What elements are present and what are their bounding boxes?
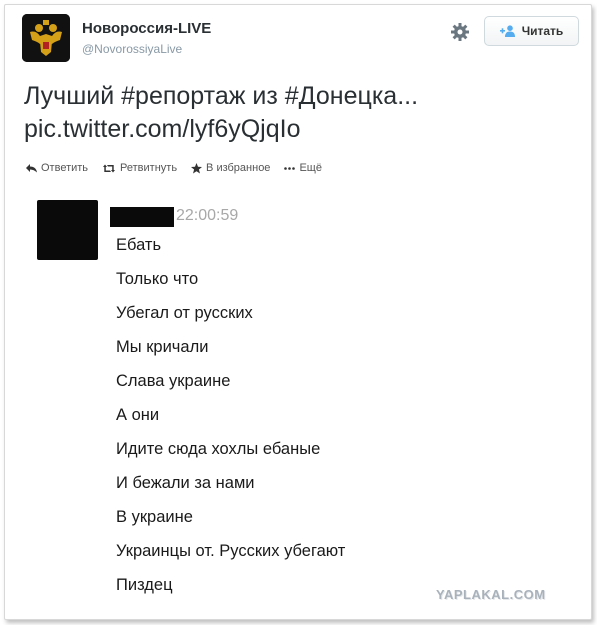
chat-message: Идите сюда хохлы ебаные (116, 440, 321, 458)
follow-button[interactable]: Читать (484, 16, 579, 46)
more-action[interactable]: Ещё (284, 162, 322, 174)
retweet-label: Ретвитнуть (120, 162, 178, 174)
chat-message: В украине (116, 508, 193, 526)
tweet-link[interactable]: pic.twitter.com/lyf6yQjqIo (24, 113, 564, 146)
follow-button-label: Читать (521, 24, 564, 38)
avatar[interactable] (22, 14, 70, 62)
chat-timestamp: 22:00:59 (176, 207, 239, 224)
reply-label: Ответить (41, 162, 89, 174)
more-dots-icon (284, 166, 296, 170)
watermark: YAPLAKAL.COM (436, 587, 546, 602)
chat-message: И бежали за нами (116, 474, 255, 492)
more-label: Ещё (299, 162, 322, 174)
redacted-username (110, 207, 174, 227)
chat-message: Слава украине (116, 372, 231, 390)
double-headed-eagle-icon (22, 14, 70, 62)
favorite-action[interactable]: В избранное (191, 162, 270, 174)
chat-message: Пиздец (116, 576, 173, 594)
chat-message: Ебать (116, 236, 162, 254)
chat-message: А они (116, 406, 160, 424)
gear-icon[interactable] (449, 21, 471, 43)
reply-action[interactable]: Ответить (26, 162, 88, 174)
chat-message: Мы кричали (116, 338, 209, 356)
star-icon (191, 162, 203, 173)
tweet-text: Лучший #репортаж из #Донецка... pic.twit… (24, 80, 564, 146)
chat-message-list: Ебать Только что Убегал от русских Мы кр… (116, 234, 345, 608)
chat-message: Убегал от русских (116, 304, 253, 322)
screen-name[interactable]: @NovorossiyaLive (82, 42, 182, 56)
display-name[interactable]: Новороссия-LIVE (82, 20, 211, 37)
chat-message: Только что (116, 270, 199, 288)
reply-icon (26, 163, 37, 172)
retweet-action[interactable]: Ретвитнуть (102, 162, 177, 174)
tweet-line: Лучший #репортаж из #Донецка... (24, 82, 419, 110)
favorite-label: В избранное (206, 162, 271, 174)
embedded-image[interactable]: 22:00:59 Ебать Только что Убегал от русс… (0, 190, 597, 610)
retweet-icon (103, 164, 116, 172)
chat-message: Украинцы от. Русских убегают (116, 542, 346, 560)
add-user-icon (499, 25, 517, 37)
chat-avatar-redacted (37, 200, 98, 260)
tweet-actions: Ответить Ретвитнуть В избранное Ещё (26, 160, 322, 176)
